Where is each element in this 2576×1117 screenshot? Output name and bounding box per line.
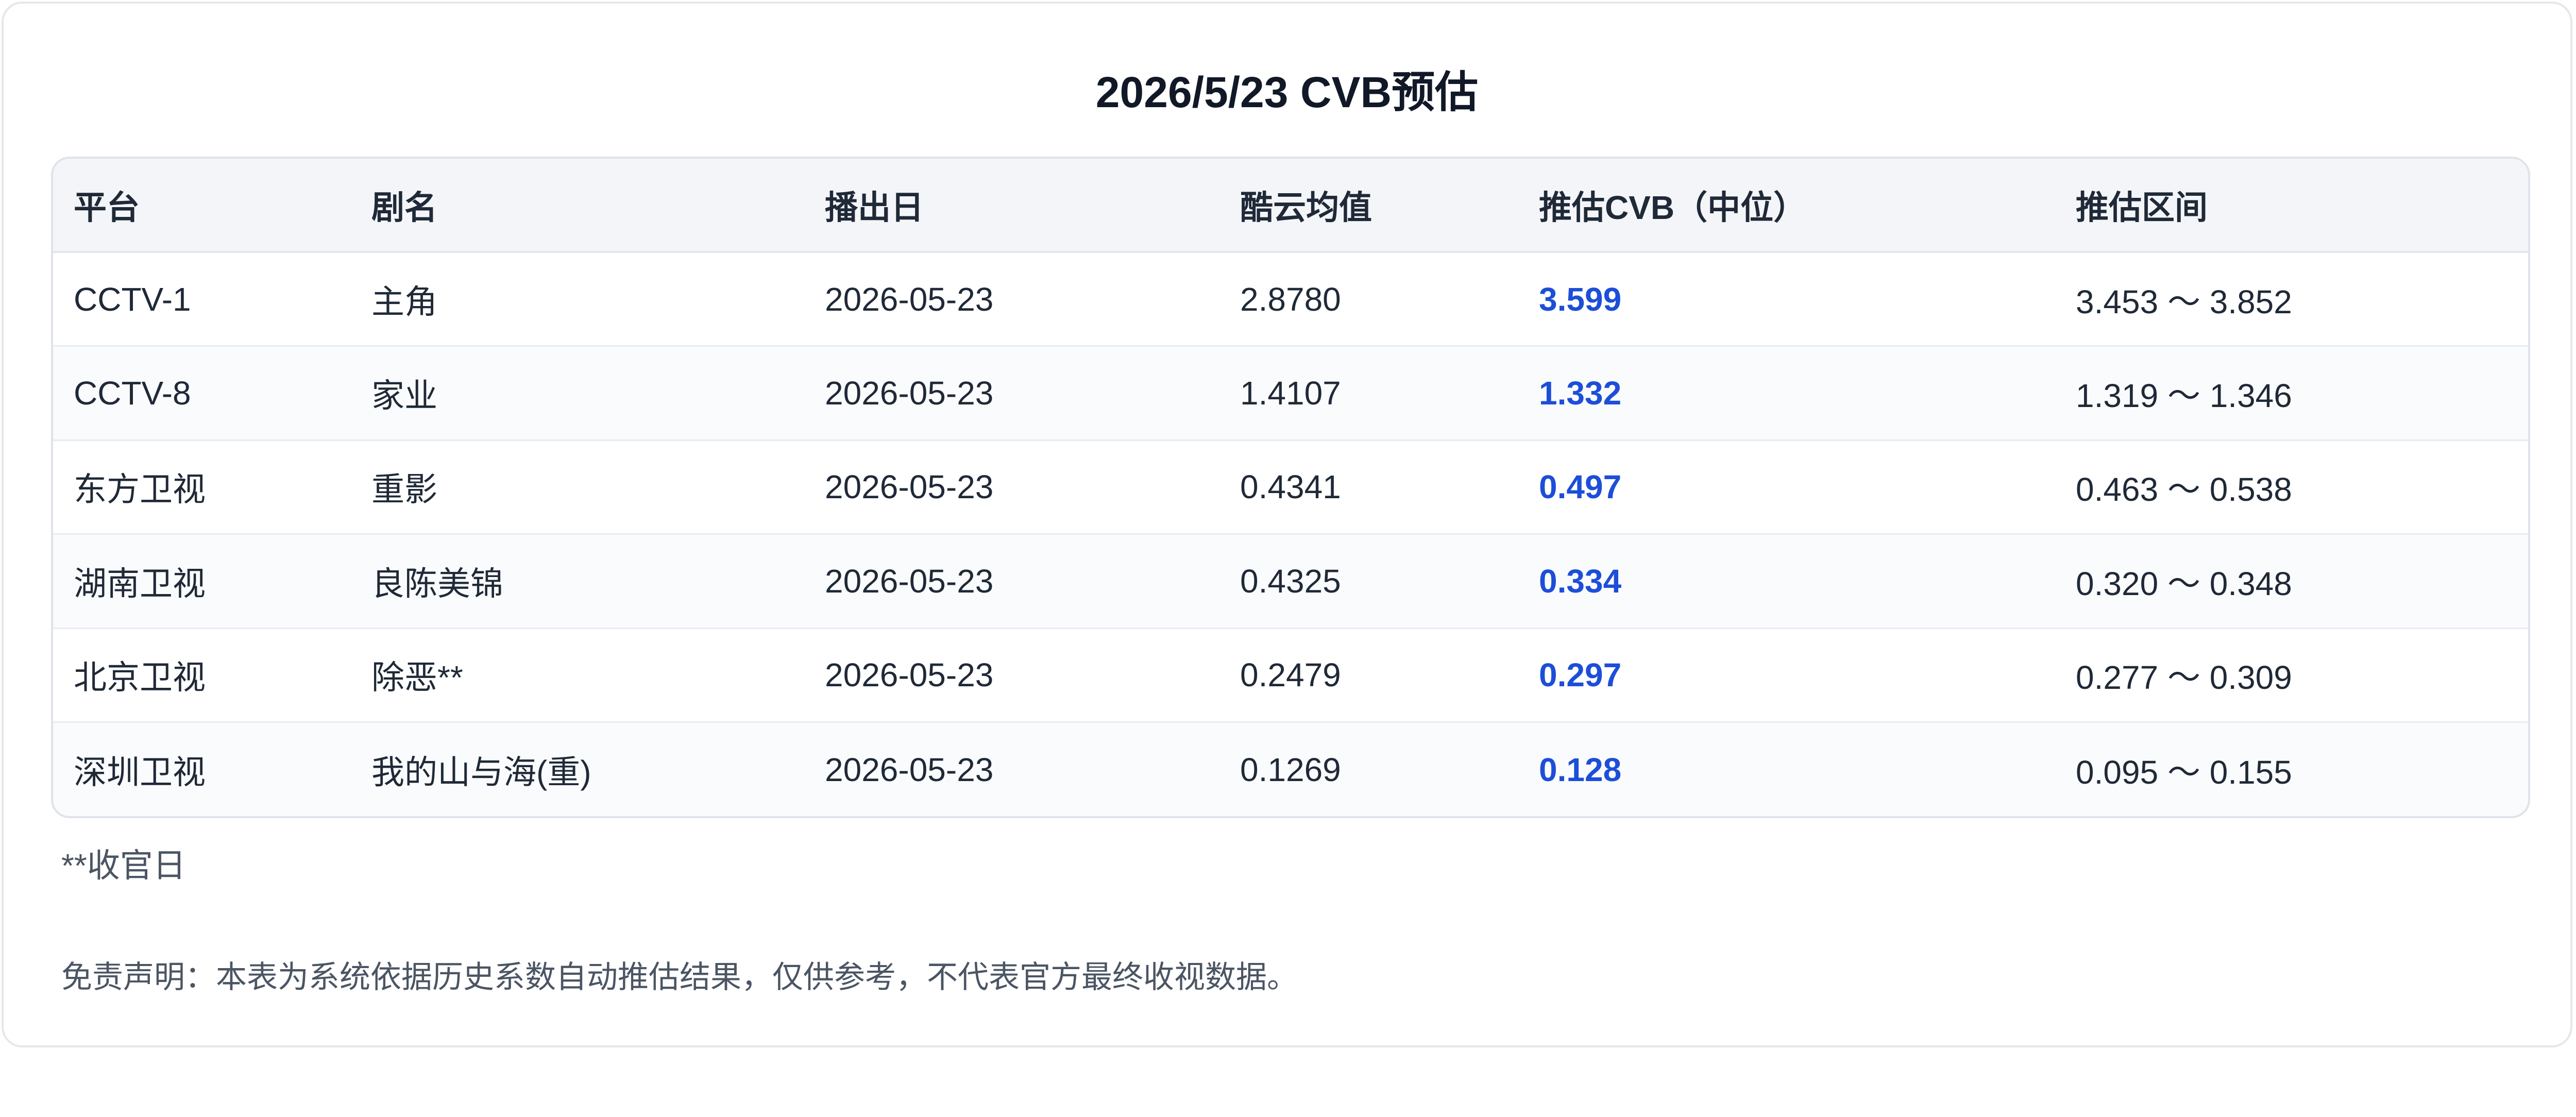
cell-drama: 良陈美锦 xyxy=(351,534,804,629)
cell-cvb-range: 0.463 ～ 0.538 xyxy=(2055,440,2528,535)
cell-cvb-median: 0.497 xyxy=(1518,440,2055,535)
table-header-row: 平台 剧名 播出日 酷云均值 推估CVB（中位） 推估区间 xyxy=(53,159,2528,253)
table-row: CCTV-8 家业 2026-05-23 1.4107 1.332 1.319 … xyxy=(53,346,2528,441)
cell-drama: 除恶** xyxy=(351,628,804,723)
cell-air-date: 2026-05-23 xyxy=(804,252,1219,347)
table-row: 东方卫视 重影 2026-05-23 0.4341 0.497 0.463 ～ … xyxy=(53,440,2528,535)
cell-platform: 北京卫视 xyxy=(53,628,351,723)
cell-platform: 东方卫视 xyxy=(53,440,351,535)
cell-kuyun-avg: 2.8780 xyxy=(1219,252,1518,347)
cell-air-date: 2026-05-23 xyxy=(804,440,1219,535)
footnote: **收官日 xyxy=(61,847,186,884)
header-air-date: 播出日 xyxy=(804,159,1219,253)
cell-cvb-range: 0.320 ～ 0.348 xyxy=(2055,534,2528,629)
page-title: 2026/5/23 CVB预估 xyxy=(1095,68,1479,116)
cell-kuyun-avg: 0.4325 xyxy=(1219,534,1518,629)
cell-kuyun-avg: 0.4341 xyxy=(1219,440,1518,535)
cell-kuyun-avg: 0.1269 xyxy=(1240,751,1341,788)
cell-cvb-range: 0.277 ～ 0.309 xyxy=(2055,628,2528,723)
header-drama: 剧名 xyxy=(351,159,804,253)
cell-kuyun-avg: 1.4107 xyxy=(1219,346,1518,441)
cell-air-date: 2026-05-23 xyxy=(804,346,1219,441)
cell-cvb-median: 3.599 xyxy=(1518,252,2055,347)
cell-cvb-range: 1.319 ～ 1.346 xyxy=(2055,346,2528,441)
cell-drama: 家业 xyxy=(351,346,804,441)
cell-kuyun-avg: 0.2479 xyxy=(1219,628,1518,723)
cell-cvb-median: 0.334 xyxy=(1518,534,2055,629)
cvb-table-container: 平台 剧名 播出日 酷云均值 推估CVB（中位） 推估区间 CCTV-1 主角 … xyxy=(51,157,2530,818)
header-cvb-median: 推估CVB（中位） xyxy=(1518,159,2055,253)
header-kuyun-avg: 酷云均值 xyxy=(1219,159,1518,253)
cell-cvb-median: 1.332 xyxy=(1518,346,2055,441)
table-row: 北京卫视 除恶** 2026-05-23 0.2479 0.297 0.277 … xyxy=(53,628,2528,723)
cell-platform: CCTV-1 xyxy=(53,252,351,347)
table-row: 湖南卫视 良陈美锦 2026-05-23 0.4325 0.334 0.320 … xyxy=(53,534,2528,629)
table-row: 深圳卫视 我的山与海(重) 2026-05-23 0.1269 0.128 0.… xyxy=(53,722,2528,816)
disclaimer-text: 免责声明：本表为系统依据历史系数自动推估结果，仅供参考，不代表官方最终收视数据。 xyxy=(61,960,1298,994)
cell-drama: 我的山与海(重) xyxy=(371,753,591,791)
report-card: 2026/5/23 CVB预估 平台 剧名 播出日 酷云均值 推估CVB（中位）… xyxy=(2,2,2572,1047)
header-cvb-range: 推估区间 xyxy=(2055,159,2528,253)
cell-air-date: 2026-05-23 xyxy=(825,751,994,788)
cell-platform: CCTV-8 xyxy=(53,346,351,441)
table-row: CCTV-1 主角 2026-05-23 2.8780 3.599 3.453 … xyxy=(53,252,2528,347)
cell-cvb-median: 0.297 xyxy=(1518,628,2055,723)
cell-drama: 主角 xyxy=(351,252,804,347)
cell-drama: 重影 xyxy=(351,440,804,535)
cell-cvb-range: 3.453 ～ 3.852 xyxy=(2055,252,2528,347)
cell-platform: 湖南卫视 xyxy=(53,534,351,629)
cell-cvb-median: 0.128 xyxy=(1539,751,1622,788)
cell-platform: 深圳卫视 xyxy=(74,753,206,791)
cell-air-date: 2026-05-23 xyxy=(804,534,1219,629)
cell-air-date: 2026-05-23 xyxy=(804,628,1219,723)
cell-cvb-range: 0.095 ～ 0.155 xyxy=(2076,753,2292,791)
header-platform: 平台 xyxy=(53,159,351,253)
cvb-table: 平台 剧名 播出日 酷云均值 推估CVB（中位） 推估区间 CCTV-1 主角 … xyxy=(53,159,2528,816)
